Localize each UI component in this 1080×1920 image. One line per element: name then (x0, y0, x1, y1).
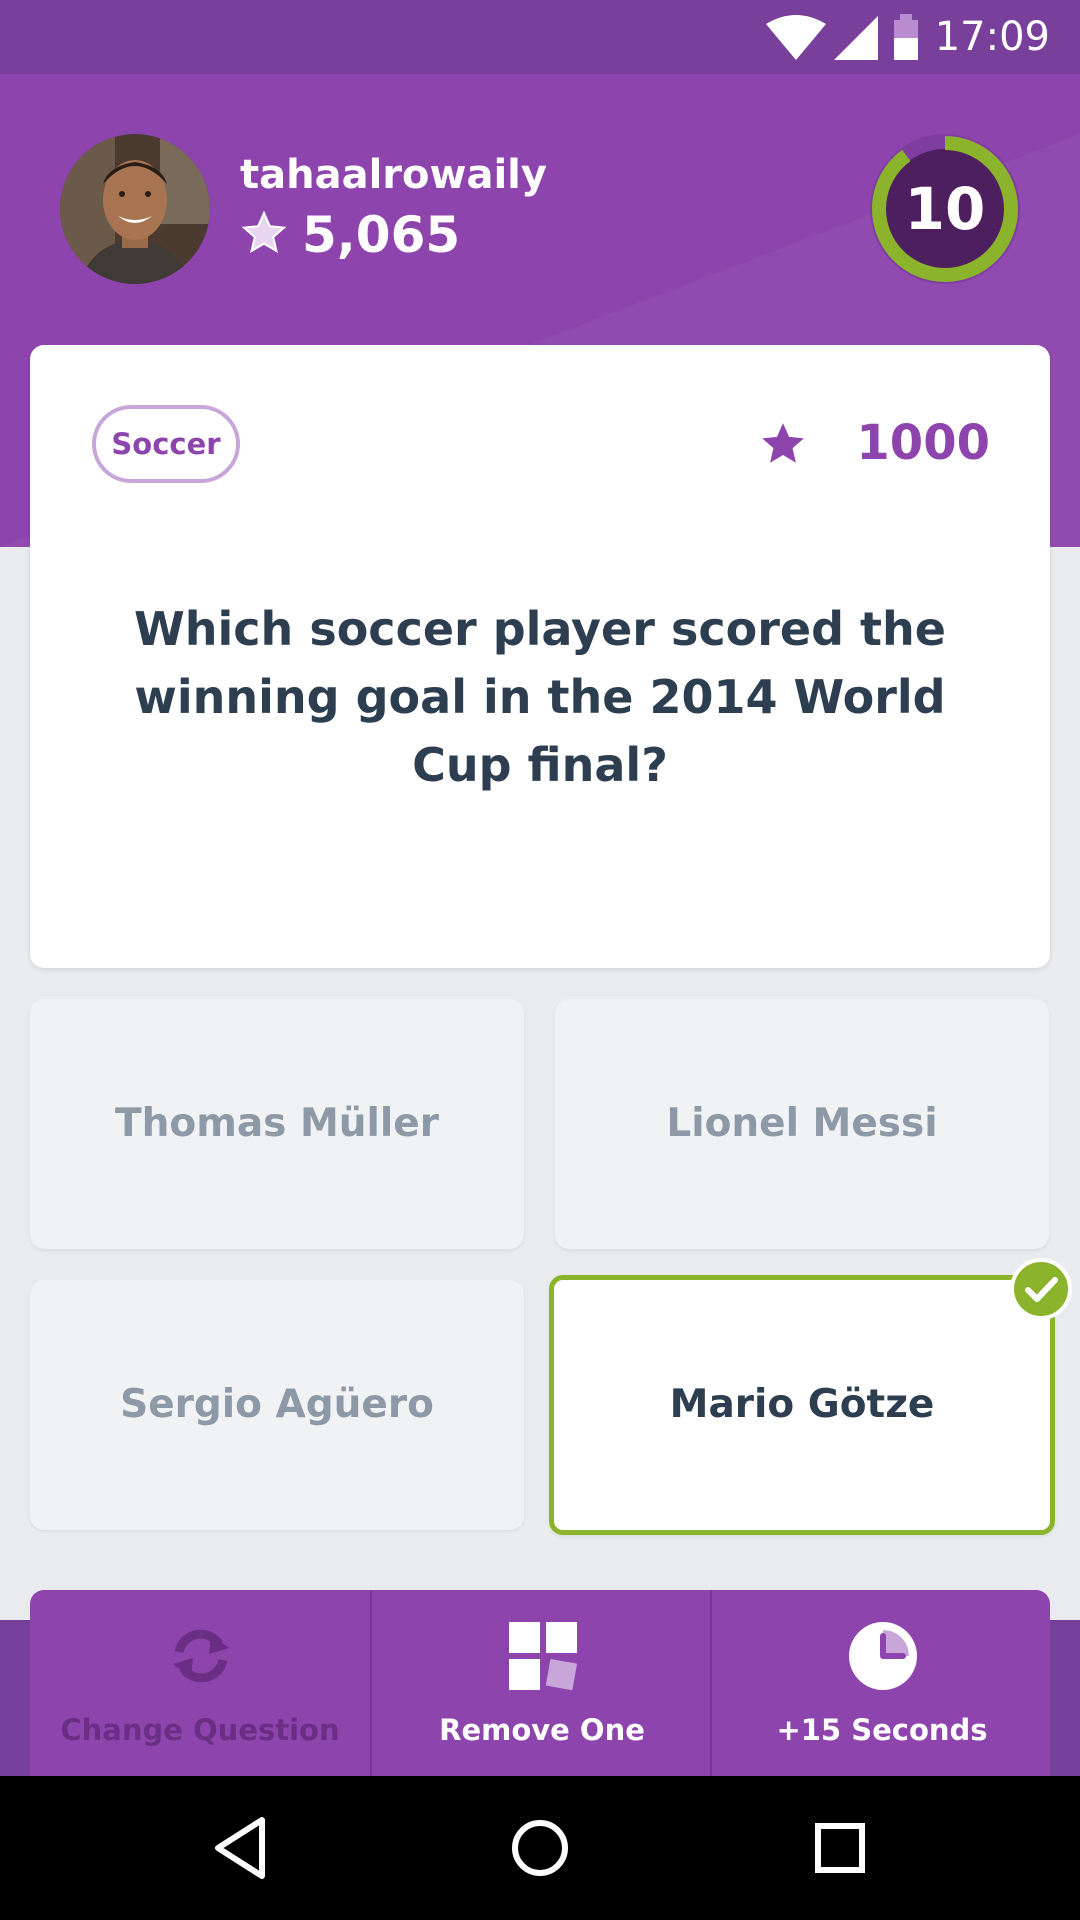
star-icon (762, 423, 804, 463)
clock-icon (849, 1622, 917, 1690)
answer-option[interactable]: Sergio Agüero (30, 1280, 524, 1530)
wifi-icon (766, 15, 826, 60)
answer-label: Mario Götze (669, 1382, 935, 1427)
remove-one-icon (509, 1622, 578, 1691)
system-nav-bar (0, 1776, 1080, 1920)
category-badge: Soccer (92, 405, 240, 483)
answer-option[interactable]: Thomas Müller (30, 999, 524, 1249)
avatar[interactable] (60, 134, 210, 284)
status-time: 17:09 (934, 14, 1050, 60)
points-value: 1000 (856, 415, 990, 471)
powerup-bar: Change Question Remove One +15 Seconds (30, 1590, 1050, 1776)
refresh-icon (173, 1629, 229, 1683)
answer-label: Thomas Müller (115, 1101, 439, 1146)
timer-value: 10 (904, 175, 986, 243)
recent-apps-icon[interactable] (800, 1808, 880, 1888)
countdown-timer: 10 (870, 134, 1020, 284)
cell-signal-icon (834, 16, 878, 60)
powerup-label: Remove One (439, 1713, 645, 1747)
question-points: 1000 (750, 413, 990, 473)
score-value: 5,065 (302, 206, 461, 264)
add-time-button[interactable]: +15 Seconds (710, 1590, 1050, 1776)
star-icon (241, 210, 287, 254)
question-text: Which soccer player scored the winning g… (134, 602, 946, 792)
powerup-label: Change Question (60, 1713, 340, 1747)
change-question-button[interactable]: Change Question (30, 1590, 370, 1776)
answer-option-correct[interactable]: Mario Götze (549, 1275, 1055, 1535)
remove-one-button[interactable]: Remove One (370, 1590, 712, 1776)
home-icon[interactable] (500, 1808, 580, 1888)
answer-label: Lionel Messi (666, 1101, 938, 1146)
question-card: Soccer 1000 Which soccer player scored t… (30, 345, 1050, 968)
status-icons (766, 14, 918, 60)
battery-icon (894, 14, 918, 60)
username: tahaalrowaily (240, 152, 547, 198)
answer-option[interactable]: Lionel Messi (555, 999, 1049, 1249)
status-bar: 17:09 (0, 0, 1080, 74)
answer-label: Sergio Agüero (120, 1382, 434, 1427)
powerup-label: +15 Seconds (776, 1713, 988, 1747)
checkmark-icon (1010, 1258, 1072, 1320)
back-icon[interactable] (200, 1808, 280, 1888)
